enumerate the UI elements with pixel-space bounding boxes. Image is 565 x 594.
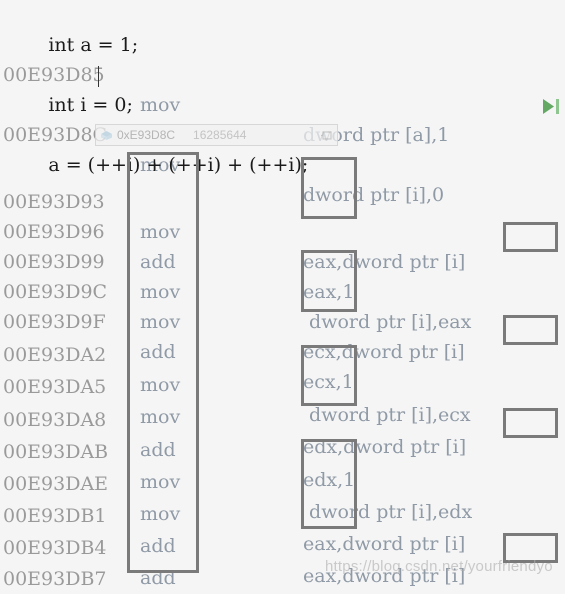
disassembly-row[interactable]: 00E93D93 mov eax,dword ptr [i] (0, 157, 565, 273)
text-caret (98, 66, 99, 87)
disassembly-row[interactable]: 00E93DB4 add eax,dword ptr [i] (0, 503, 565, 589)
debugger-datatip[interactable]: 0xE93D8C 16285644 (95, 124, 338, 146)
pin-icon[interactable] (321, 130, 333, 141)
watermark: https://blog.csdn.net/yourfriendyo (325, 558, 553, 575)
run-to-cursor-arrow[interactable] (541, 98, 561, 122)
disassembly-row[interactable]: 00E93DA5 mov edx,dword ptr [i] (0, 342, 565, 458)
disassembly-row[interactable]: 00E93D9F add ecx,1 (0, 277, 565, 393)
disassembly-row[interactable]: 00E93DA2 mov dword ptr [i],ecx (0, 310, 565, 426)
datatip-decimal: 16285644 (193, 128, 247, 142)
source-line[interactable]: int a = 1; (0, 0, 565, 56)
disassembly-row[interactable]: 00E93D96 add eax,1 (0, 187, 565, 303)
source-line[interactable]: int i = 0; (0, 60, 565, 116)
disassembly-row[interactable]: 00E93DB1 add eax,dword ptr [i] (0, 471, 565, 587)
datatip-expression: 0xE93D8C (117, 128, 176, 142)
disassembly-row[interactable]: 00E93DA8 add edx,1 (0, 375, 565, 491)
disassembly-row[interactable]: 00E93D9C mov ecx,dword ptr [i] (0, 247, 565, 363)
disassembly-row[interactable]: 00E93D85 mov dword ptr [a],1 (0, 30, 565, 146)
disassembly-row[interactable]: 00E93D8C mov dword ptr [i],0 (0, 90, 565, 206)
cube-icon (100, 130, 113, 141)
disassembly-row[interactable]: 00E93DAB mov dword ptr [i],edx (0, 407, 565, 523)
disassembly-row[interactable]: 00E93DAE mov eax,dword ptr [i] (0, 439, 565, 555)
disassembly-view[interactable]: int a = 1; 00E93D85 mov dword ptr [a],1 … (0, 0, 565, 594)
disassembly-row[interactable]: 00E93D99 mov dword ptr [i],eax (0, 217, 565, 333)
